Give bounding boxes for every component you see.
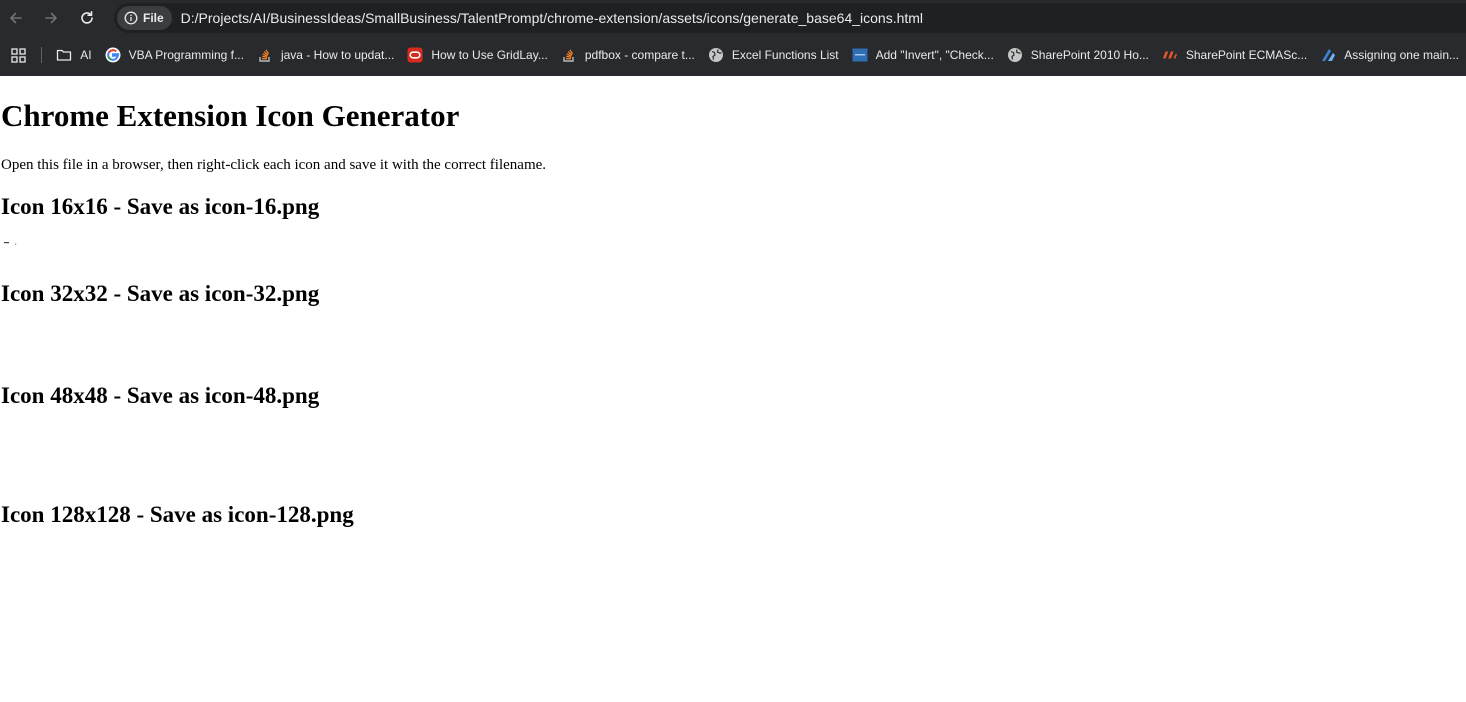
- site-info-chip[interactable]: File: [117, 6, 172, 30]
- apps-grid-icon: [11, 47, 26, 63]
- stackoverflow-icon: [257, 47, 273, 63]
- bookmark-java-update[interactable]: java - How to updat...: [251, 43, 400, 67]
- browser-chrome: File D:/Projects/AI/BusinessIdeas/SmallB…: [0, 0, 1466, 76]
- bookmark-folder-ai[interactable]: AI: [50, 43, 97, 67]
- generated-icon-16[interactable]: [4, 236, 20, 252]
- browser-toolbar: File D:/Projects/AI/BusinessIdeas/SmallB…: [0, 0, 1466, 36]
- page-content: Chrome Extension Icon Generator Open thi…: [0, 76, 1466, 702]
- icon-48-heading: Icon 48x48 - Save as icon-48.png: [1, 383, 320, 408]
- site-icon: [852, 47, 868, 63]
- folder-icon: [56, 47, 72, 63]
- icon-32-heading: Icon 32x32 - Save as icon-32.png: [1, 281, 320, 306]
- info-icon: [124, 11, 138, 25]
- stackoverflow-icon: [561, 47, 577, 63]
- reload-icon: [81, 11, 93, 24]
- globe-icon: [1007, 47, 1023, 63]
- bookmark-label: java - How to updat...: [280, 48, 395, 62]
- oracle-icon: [407, 47, 423, 63]
- arrow-left-icon: [10, 12, 22, 24]
- bookmark-label: VBA Programming f...: [128, 48, 244, 62]
- bookmark-label: AI: [80, 48, 92, 62]
- bookmarks-bar: AI VBA Programming f... java - How to up…: [0, 40, 1466, 70]
- bookmark-add-invert[interactable]: Add "Invert", "Check...: [846, 43, 1000, 67]
- back-button[interactable]: [2, 4, 30, 32]
- arrow-right-icon: [45, 12, 57, 24]
- bookmark-label: Assigning one main...: [1344, 48, 1459, 62]
- bookmark-pdfbox-compare[interactable]: pdfbox - compare t...: [555, 43, 701, 67]
- site-logo-icon: [1162, 47, 1178, 63]
- bookmark-label: pdfbox - compare t...: [584, 48, 695, 62]
- icon-16-heading: Icon 16x16 - Save as icon-16.png: [1, 194, 320, 219]
- bookmark-gridlayout[interactable]: How to Use GridLay...: [401, 43, 553, 67]
- forward-button[interactable]: [37, 4, 65, 32]
- address-bar[interactable]: File D:/Projects/AI/BusinessIdeas/SmallB…: [114, 3, 1466, 33]
- globe-icon: [708, 47, 724, 63]
- bookmark-sharepoint-2010[interactable]: SharePoint 2010 Ho...: [1001, 43, 1155, 67]
- apps-button[interactable]: [11, 47, 26, 63]
- bookmark-excel-functions[interactable]: Excel Functions List: [702, 43, 845, 67]
- bookmark-label: SharePoint ECMASc...: [1185, 48, 1308, 62]
- bookmark-sharepoint-ecmascript[interactable]: SharePoint ECMASc...: [1156, 43, 1313, 67]
- bookmark-label: Excel Functions List: [731, 48, 839, 62]
- google-icon: [105, 47, 121, 63]
- instructions-text: Open this file in a browser, then right-…: [1, 157, 547, 173]
- bookmark-label: How to Use GridLay...: [431, 48, 548, 62]
- bookmark-assigning-main[interactable]: Assigning one main...: [1314, 43, 1465, 67]
- url-text[interactable]: D:/Projects/AI/BusinessIdeas/SmallBusine…: [181, 10, 923, 26]
- bookmarks-separator: [41, 47, 43, 63]
- page-title: Chrome Extension Icon Generator: [1, 98, 460, 133]
- site-icon: [1320, 47, 1336, 63]
- icon-128-heading: Icon 128x128 - Save as icon-128.png: [1, 502, 354, 527]
- bookmark-label: Add "Invert", "Check...: [875, 48, 994, 62]
- bookmark-vba-programming[interactable]: VBA Programming f...: [99, 43, 250, 67]
- site-chip-label: File: [143, 11, 164, 25]
- bookmark-label: SharePoint 2010 Ho...: [1030, 48, 1149, 62]
- reload-button[interactable]: [73, 4, 101, 32]
